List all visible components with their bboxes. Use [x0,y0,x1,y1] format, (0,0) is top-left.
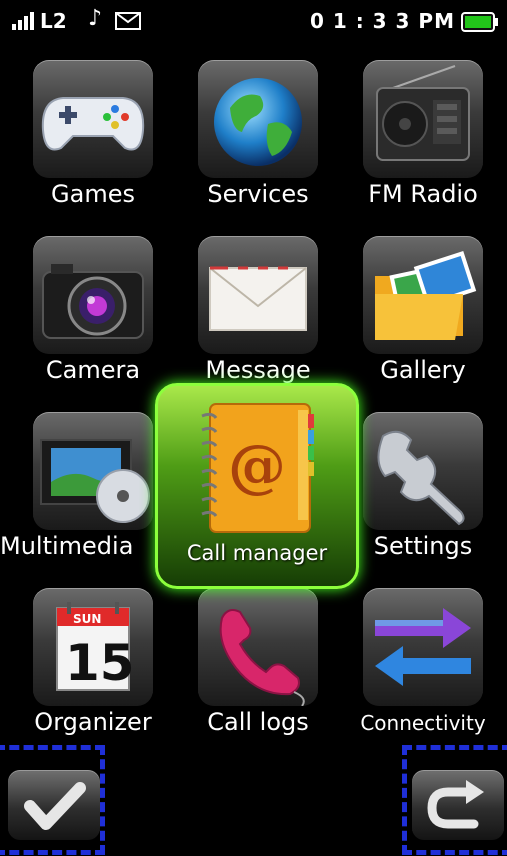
camera-icon [42,264,144,339]
menu-label-organizer: Organizer [34,708,152,736]
clock: 0 1 : 3 3 PM [309,9,455,33]
menu-label-connectivity: Connectivity [360,711,486,735]
calendar-date: 15 [65,634,135,692]
menu-item-gallery[interactable] [363,236,483,354]
battery-icon [461,12,498,32]
photo-folder-icon [375,250,477,340]
menu-item-call-logs[interactable] [198,588,318,706]
menu-label-games: Games [51,180,135,208]
radio-icon [376,65,470,161]
menu-item-settings[interactable] [363,412,483,530]
mail-icon [115,12,141,30]
left-softkey-highlight [0,745,105,855]
phone-handset-icon [219,609,305,706]
carrier-label: L2 [40,9,67,33]
globe-icon [214,78,302,166]
arrows-exchange-icon [375,608,471,686]
menu-label-multimedia: Multimedia [0,532,134,560]
menu-label-call-logs: Call logs [207,708,309,736]
menu-label-message: Message [205,356,311,384]
menu-label-services: Services [207,180,309,208]
menu-item-organizer[interactable]: SUN 15 [33,588,153,706]
menu-item-fm-radio[interactable] [363,60,483,178]
menu-item-camera[interactable] [33,236,153,354]
envelope-icon [209,266,307,331]
phone-screen: L2 ♪ 0 1 : 3 3 PM Games Services FM Radi… [0,0,507,856]
menu-item-call-manager[interactable]: @ Call manager [155,383,359,589]
svg-text:@: @ [228,432,286,500]
menu-label-camera: Camera [45,356,141,384]
menu-item-services[interactable] [198,60,318,178]
menu-label-settings: Settings [373,532,473,560]
status-bar: L2 ♪ 0 1 : 3 3 PM [0,0,507,40]
film-disc-icon [40,439,150,523]
wrench-icon [377,430,465,526]
menu-label-fm-radio: FM Radio [368,180,478,208]
menu-item-multimedia[interactable] [33,412,153,530]
signal-icon [12,12,34,30]
music-note-icon: ♪ [88,6,103,31]
gamepad-icon [41,97,145,151]
menu-label-gallery: Gallery [380,356,466,384]
right-softkey-highlight [402,745,507,855]
menu-item-games[interactable] [33,60,153,178]
calendar-icon: SUN 15 [56,602,135,692]
calendar-day: SUN [73,612,101,626]
menu-item-connectivity[interactable] [363,588,483,706]
menu-item-message[interactable] [198,236,318,354]
menu-label-call-manager: Call manager [186,541,328,565]
